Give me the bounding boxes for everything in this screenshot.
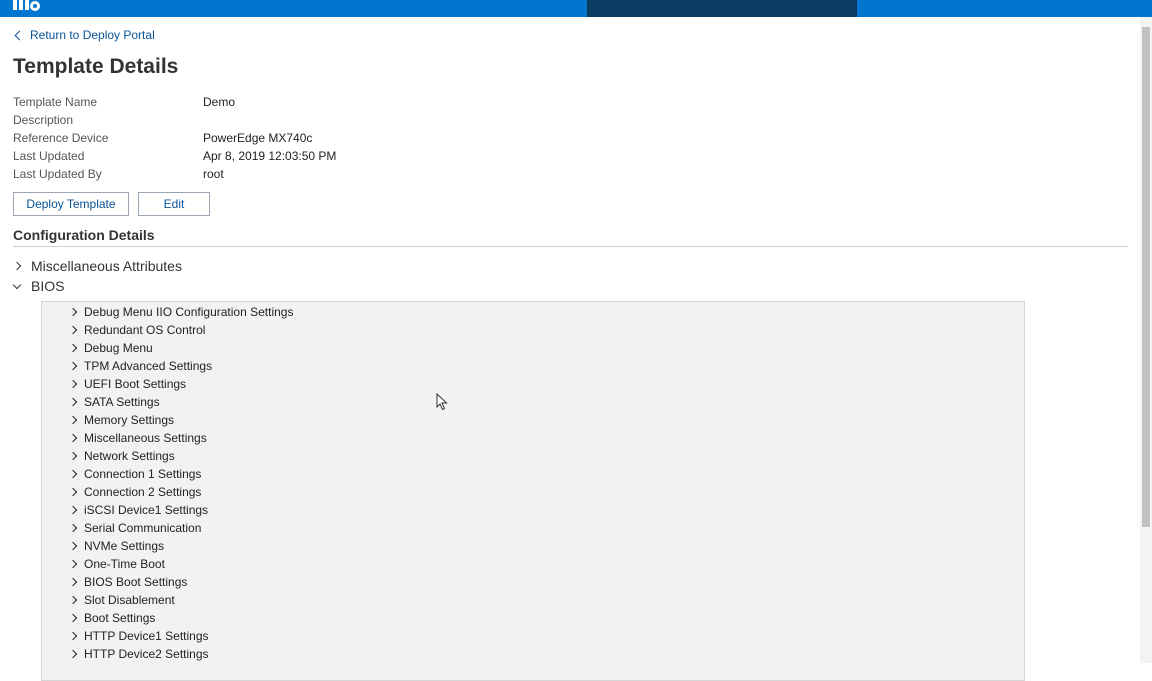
bios-setting-label: Slot Disablement xyxy=(84,593,175,607)
chevron-right-icon xyxy=(68,451,78,461)
chevron-right-icon xyxy=(68,433,78,443)
chevron-right-icon xyxy=(68,487,78,497)
chevron-right-icon xyxy=(68,505,78,515)
property-label: Last Updated xyxy=(13,149,85,163)
bios-setting-label: HTTP Device2 Settings xyxy=(84,647,209,661)
property-value: Apr 8, 2019 12:03:50 PM xyxy=(203,149,337,163)
bios-setting-label: Memory Settings xyxy=(84,413,175,427)
property-row: Description xyxy=(13,111,336,129)
tree-node-miscellaneous-attributes[interactable]: Miscellaneous Attributes xyxy=(12,257,182,275)
page-scrollbar[interactable] xyxy=(1140,17,1152,663)
chevron-right-icon xyxy=(68,559,78,569)
chevron-right-icon xyxy=(68,631,78,641)
chevron-right-icon xyxy=(68,613,78,623)
bios-setting-label: Boot Settings xyxy=(84,611,156,625)
top-header-bar xyxy=(0,0,1152,17)
bios-setting-item[interactable]: BIOS Boot Settings xyxy=(68,573,293,591)
chevron-right-icon xyxy=(68,649,78,659)
bios-setting-label: Serial Communication xyxy=(84,521,202,535)
bios-setting-label: One-Time Boot xyxy=(84,557,165,571)
chevron-right-icon xyxy=(68,523,78,533)
bios-setting-label: Debug Menu xyxy=(84,341,153,355)
property-value: Demo xyxy=(203,95,236,109)
bios-setting-label: Debug Menu IIO Configuration Settings xyxy=(84,305,294,319)
bios-setting-item[interactable]: UEFI Boot Settings xyxy=(68,375,293,393)
bios-setting-label: iSCSI Device1 Settings xyxy=(84,503,209,517)
bios-setting-item[interactable]: HTTP Device1 Settings xyxy=(68,627,293,645)
property-row: Last Updated Apr 8, 2019 12:03:50 PM xyxy=(13,147,336,165)
bios-setting-item[interactable]: Slot Disablement xyxy=(68,591,293,609)
chevron-right-icon xyxy=(68,379,78,389)
chevron-down-icon xyxy=(12,280,22,289)
bios-setting-item[interactable]: HTTP Device2 Settings xyxy=(68,645,293,663)
bios-setting-label: NVMe Settings xyxy=(84,539,165,553)
configuration-details-heading: Configuration Details xyxy=(13,227,155,243)
bios-setting-item[interactable]: Debug Menu IIO Configuration Settings xyxy=(68,303,293,321)
chevron-right-icon xyxy=(68,577,78,587)
property-label: Reference Device xyxy=(13,131,109,145)
property-row: Reference Device PowerEdge MX740c xyxy=(13,129,336,147)
chevron-right-icon xyxy=(68,307,78,317)
bios-setting-label: Connection 1 Settings xyxy=(84,467,202,481)
return-to-deploy-portal-link[interactable]: Return to Deploy Portal xyxy=(13,27,155,43)
chevron-right-icon xyxy=(12,261,22,271)
property-label: Last Updated By xyxy=(13,167,102,181)
chevron-right-icon xyxy=(68,541,78,551)
property-row: Last Updated By root xyxy=(13,165,336,183)
bios-settings-list: Debug Menu IIO Configuration Settings Red… xyxy=(68,303,293,663)
chevron-right-icon xyxy=(68,595,78,605)
property-value: PowerEdge MX740c xyxy=(203,131,313,145)
user-session-area[interactable] xyxy=(587,0,857,17)
page-title: Template Details xyxy=(13,55,179,78)
back-link-label: Return to Deploy Portal xyxy=(30,28,155,42)
bios-setting-label: Miscellaneous Settings xyxy=(84,431,207,445)
tree-node-bios[interactable]: BIOS xyxy=(12,277,65,295)
bios-setting-label: HTTP Device1 Settings xyxy=(84,629,209,643)
edit-button[interactable]: Edit xyxy=(138,192,210,216)
deploy-template-button[interactable]: Deploy Template xyxy=(13,192,129,216)
bios-setting-item[interactable]: Memory Settings xyxy=(68,411,293,429)
property-label: Template Name xyxy=(13,95,98,109)
bios-setting-item[interactable]: Debug Menu xyxy=(68,339,293,357)
chevron-right-icon xyxy=(68,343,78,353)
bios-setting-label: Redundant OS Control xyxy=(84,323,206,337)
bios-setting-item[interactable]: Connection 2 Settings xyxy=(68,483,293,501)
property-label: Description xyxy=(13,113,74,127)
chevron-right-icon xyxy=(68,325,78,335)
chevron-right-icon xyxy=(68,469,78,479)
bios-setting-label: Connection 2 Settings xyxy=(84,485,202,499)
bios-setting-item[interactable]: TPM Advanced Settings xyxy=(68,357,293,375)
bios-setting-label: UEFI Boot Settings xyxy=(84,377,187,391)
chevron-right-icon xyxy=(68,415,78,425)
chevron-right-icon xyxy=(68,397,78,407)
bios-setting-item[interactable]: Connection 1 Settings xyxy=(68,465,293,483)
chevron-left-icon xyxy=(14,30,25,40)
app-logo-icon[interactable] xyxy=(12,0,42,14)
tree-node-label: BIOS xyxy=(31,278,65,294)
bios-setting-item[interactable]: Miscellaneous Settings xyxy=(68,429,293,447)
chevron-right-icon xyxy=(68,361,78,371)
bios-setting-item[interactable]: NVMe Settings xyxy=(68,537,293,555)
mouse-pointer-icon xyxy=(436,393,448,411)
property-value: root xyxy=(203,167,224,181)
scrollbar-thumb[interactable] xyxy=(1142,27,1150,527)
bios-setting-item[interactable]: Boot Settings xyxy=(68,609,293,627)
bios-setting-item[interactable]: Redundant OS Control xyxy=(68,321,293,339)
tree-node-label: Miscellaneous Attributes xyxy=(31,258,182,274)
bios-setting-item[interactable]: One-Time Boot xyxy=(68,555,293,573)
bios-setting-label: Network Settings xyxy=(84,449,175,463)
bios-setting-item[interactable]: Serial Communication xyxy=(68,519,293,537)
bios-setting-item[interactable]: Network Settings xyxy=(68,447,293,465)
bios-setting-label: SATA Settings xyxy=(84,395,160,409)
bios-setting-item[interactable]: iSCSI Device1 Settings xyxy=(68,501,293,519)
section-divider xyxy=(13,246,1128,247)
bios-setting-label: BIOS Boot Settings xyxy=(84,575,188,589)
property-row: Template Name Demo xyxy=(13,93,336,111)
template-properties: Template Name Demo Description Reference De… xyxy=(13,93,336,183)
bios-setting-item[interactable]: SATA Settings xyxy=(68,393,293,411)
bios-setting-label: TPM Advanced Settings xyxy=(84,359,213,373)
